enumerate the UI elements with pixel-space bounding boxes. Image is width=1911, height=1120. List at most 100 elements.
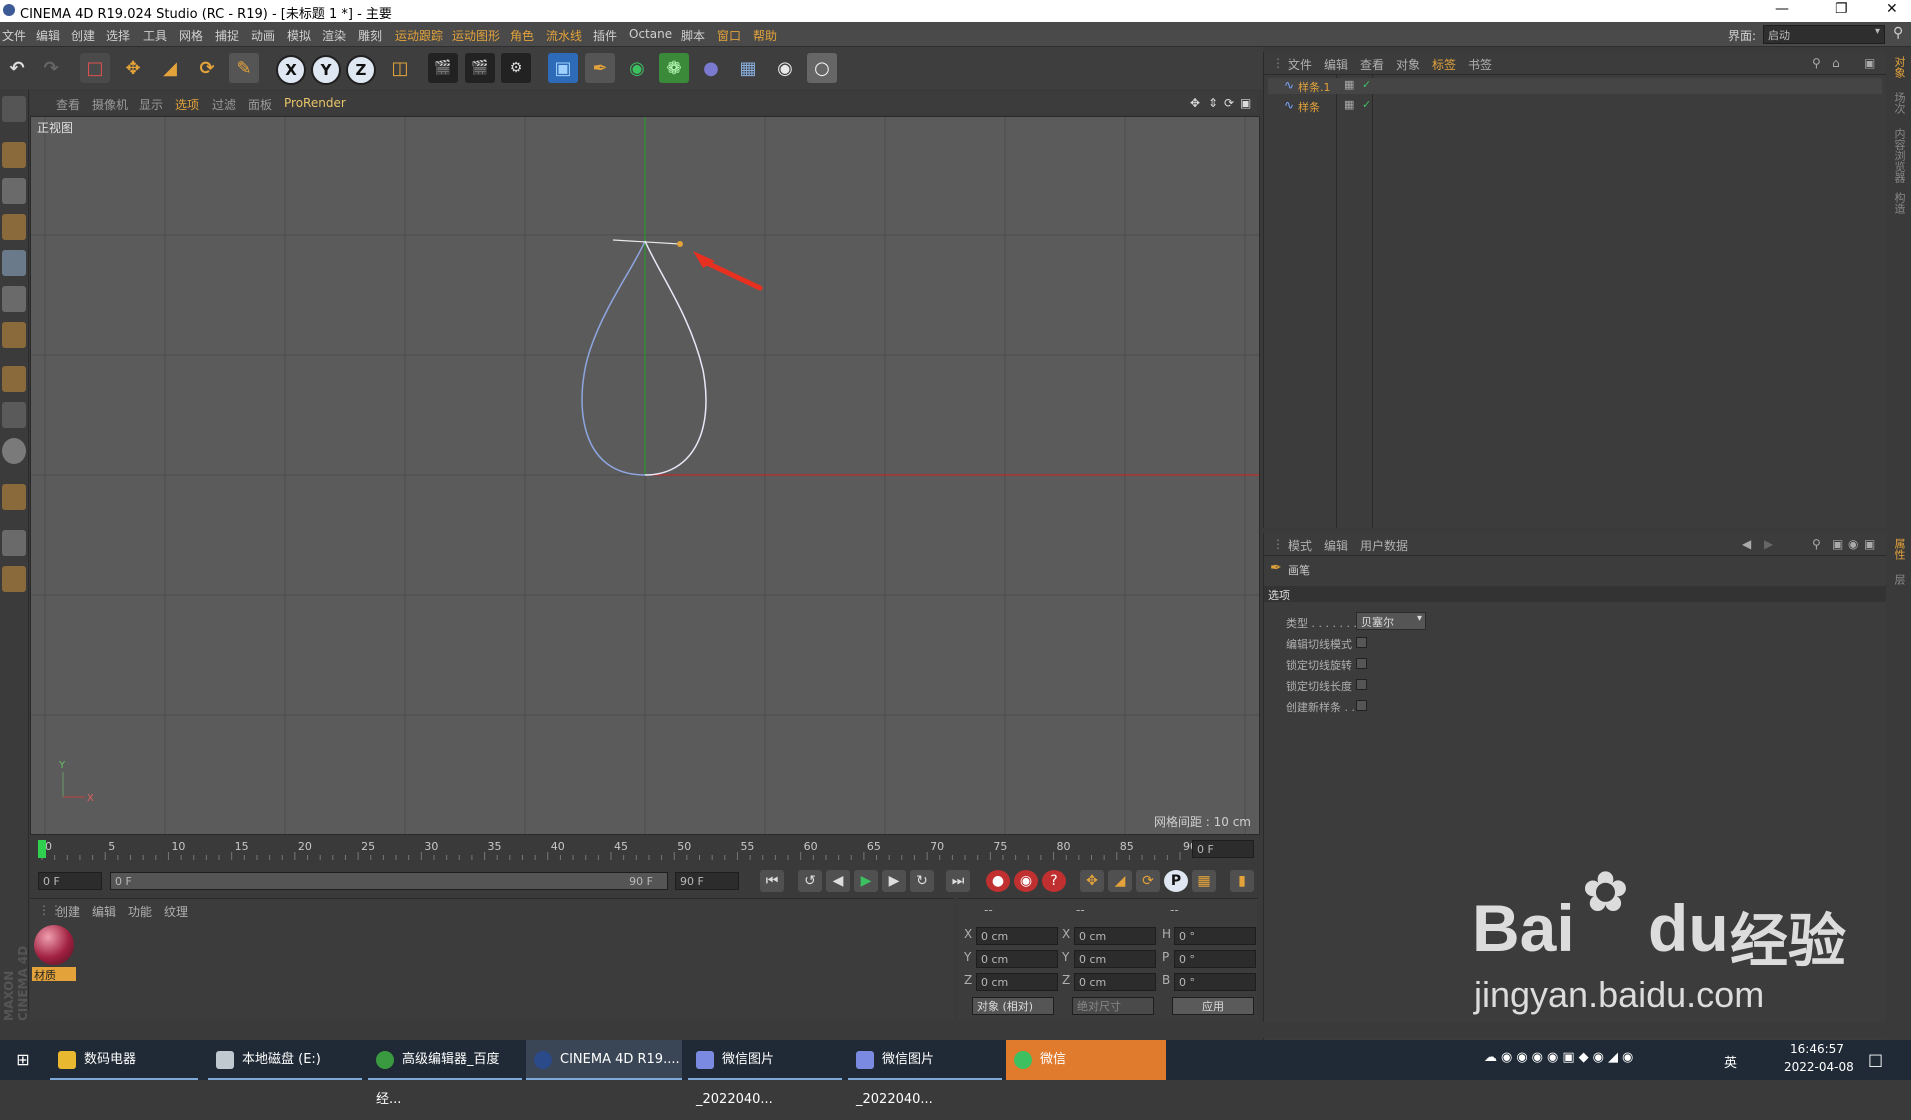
material-menu-edit[interactable]: 编辑: [92, 903, 116, 920]
key-parameter-icon[interactable]: P: [1164, 870, 1188, 892]
minimize-icon[interactable]: —: [1775, 1, 1789, 17]
previous-key-icon[interactable]: ↺: [798, 870, 822, 892]
material-menu-texture[interactable]: 纹理: [164, 903, 188, 920]
menu-item-plugins[interactable]: 插件: [593, 27, 617, 44]
size-mode-dropdown[interactable]: 绝对尺寸: [1072, 997, 1154, 1015]
object-menu-tags[interactable]: 标签: [1432, 56, 1456, 73]
frame-range-slider[interactable]: 0 F 90 F: [110, 872, 668, 890]
deformer-icon[interactable]: ●: [696, 53, 726, 83]
size-x-field[interactable]: 0 cm: [1074, 927, 1156, 945]
coord-mode-dropdown[interactable]: 对象 (相对): [972, 997, 1054, 1015]
pen-spline-icon[interactable]: ✒: [585, 53, 615, 83]
menu-item-mesh[interactable]: 网格: [179, 27, 203, 44]
size-z-field[interactable]: 0 cm: [1074, 973, 1156, 991]
menu-item-help[interactable]: 帮助: [753, 27, 777, 44]
tab-attributes[interactable]: 属性: [1891, 538, 1907, 560]
axis-mode-icon[interactable]: [2, 366, 26, 392]
current-frame-field[interactable]: 0 F: [1192, 840, 1254, 858]
subdivision-icon[interactable]: ◉: [622, 53, 652, 83]
play-icon[interactable]: ▶: [854, 870, 878, 892]
workplane-icon[interactable]: [2, 214, 26, 240]
y-axis-icon[interactable]: Y: [311, 55, 341, 85]
key-rotation-icon[interactable]: ⟳: [1136, 870, 1160, 892]
end-frame-field[interactable]: 90 F: [675, 872, 739, 890]
menu-item-octane[interactable]: Octane: [629, 27, 672, 41]
viewport-menu-cameras[interactable]: 摄像机: [92, 96, 128, 113]
attribute-menu-edit[interactable]: 编辑: [1324, 537, 1348, 554]
record-icon[interactable]: ●: [986, 870, 1010, 892]
enabled-check-icon[interactable]: ✓: [1362, 78, 1371, 91]
key-pla-icon[interactable]: ▦: [1192, 870, 1216, 892]
model-mode-icon[interactable]: [2, 142, 26, 168]
taskbar-item[interactable]: 微信: [1006, 1040, 1166, 1080]
previous-frame-icon[interactable]: ◀: [826, 870, 850, 892]
tab-layers[interactable]: 层: [1891, 574, 1907, 585]
clock-date[interactable]: 2022-04-08: [1784, 1060, 1854, 1074]
toggle-view-icon[interactable]: ▣: [1240, 96, 1251, 110]
material-item[interactable]: 材质: [32, 925, 76, 982]
x-axis-icon[interactable]: X: [276, 55, 306, 85]
material-menu-function[interactable]: 功能: [128, 903, 152, 920]
maximize-icon[interactable]: ❐: [1835, 1, 1848, 17]
tweak-mode-icon[interactable]: [2, 402, 26, 428]
menu-item-simulate[interactable]: 模拟: [287, 27, 311, 44]
undo-icon[interactable]: ↶: [2, 53, 32, 83]
menu-item-edit[interactable]: 编辑: [36, 27, 60, 44]
system-tray-icons[interactable]: ☁◉◉◉◉▣◆◉◢◉: [1484, 1050, 1754, 1070]
light-icon[interactable]: ○: [807, 53, 837, 83]
object-menu-file[interactable]: 文件: [1288, 56, 1312, 73]
search-icon[interactable]: ⚲: [1812, 537, 1821, 551]
rotation-b-field[interactable]: 0 °: [1174, 973, 1256, 991]
taskbar-item[interactable]: CINEMA 4D R19....: [526, 1040, 682, 1080]
home-icon[interactable]: ⌂: [1832, 56, 1840, 70]
viewport-menu-view[interactable]: 查看: [56, 96, 80, 113]
make-editable-icon[interactable]: [2, 96, 26, 122]
notification-icon[interactable]: □: [1868, 1050, 1883, 1069]
attribute-menu-user-data[interactable]: 用户数据: [1360, 537, 1408, 554]
workplane-lock-icon[interactable]: [2, 530, 26, 556]
tab-structure[interactable]: 构造: [1891, 192, 1907, 214]
menu-item-script[interactable]: 脚本: [681, 27, 705, 44]
viewport-menu-panel[interactable]: 面板: [248, 96, 272, 113]
search-icon[interactable]: ⚲: [1812, 56, 1821, 70]
taskbar-item[interactable]: 本地磁盘 (E:): [208, 1040, 362, 1080]
panel-toggle-icon[interactable]: ▣: [1864, 537, 1875, 551]
section-header[interactable]: 选项: [1264, 586, 1886, 602]
rotate-view-icon[interactable]: ⟳: [1224, 96, 1234, 110]
object-menu-edit[interactable]: 编辑: [1324, 56, 1348, 73]
cloner-icon[interactable]: ❁: [659, 53, 689, 83]
pen-icon[interactable]: ✎: [229, 53, 259, 83]
next-frame-icon[interactable]: ▶: [882, 870, 906, 892]
cube-icon[interactable]: ▣: [548, 53, 578, 83]
enabled-check-icon[interactable]: ✓: [1362, 98, 1371, 111]
front-viewport[interactable]: YX 正视图 网格间距 : 10 cm: [30, 116, 1260, 835]
close-icon[interactable]: ✕: [1886, 1, 1898, 17]
menu-item-file[interactable]: 文件: [2, 27, 26, 44]
render-settings-icon[interactable]: ⚙: [501, 53, 531, 83]
menu-item-tools[interactable]: 工具: [143, 27, 167, 44]
lock-tangent-length-checkbox[interactable]: [1356, 679, 1367, 690]
forward-arrow-icon[interactable]: ▶: [1764, 537, 1773, 551]
go-to-start-icon[interactable]: ⏮: [760, 870, 784, 892]
position-z-field[interactable]: 0 cm: [976, 973, 1058, 991]
search-icon[interactable]: ⚲: [1893, 25, 1903, 41]
visibility-toggle-icon[interactable]: ▦: [1344, 78, 1354, 91]
start-frame-field[interactable]: 0 F: [38, 872, 102, 890]
type-dropdown[interactable]: 贝塞尔 ▾: [1356, 612, 1426, 630]
z-axis-icon[interactable]: Z: [346, 55, 376, 85]
position-y-field[interactable]: 0 cm: [976, 950, 1058, 968]
back-arrow-icon[interactable]: ◀: [1742, 537, 1751, 551]
auto-key-icon[interactable]: ◉: [1014, 870, 1038, 892]
menu-item-sculpt[interactable]: 雕刻: [358, 27, 382, 44]
next-key-icon[interactable]: ↻: [910, 870, 934, 892]
panel-toggle-icon[interactable]: ▣: [1864, 56, 1875, 70]
points-mode-icon[interactable]: [2, 250, 26, 276]
material-menu-create[interactable]: 创建: [56, 903, 80, 920]
texture-mode-icon[interactable]: [2, 178, 26, 204]
pan-view-icon[interactable]: ✥: [1190, 96, 1200, 110]
render-picture-queue-icon[interactable]: 🎬: [465, 53, 495, 83]
viewport-menu-filter[interactable]: 过滤: [212, 96, 236, 113]
object-row[interactable]: ∿ 样条.1 ▦ ✓: [1268, 78, 1882, 94]
menu-item-render[interactable]: 渲染: [322, 27, 346, 44]
attribute-menu-mode[interactable]: 模式: [1288, 537, 1312, 554]
